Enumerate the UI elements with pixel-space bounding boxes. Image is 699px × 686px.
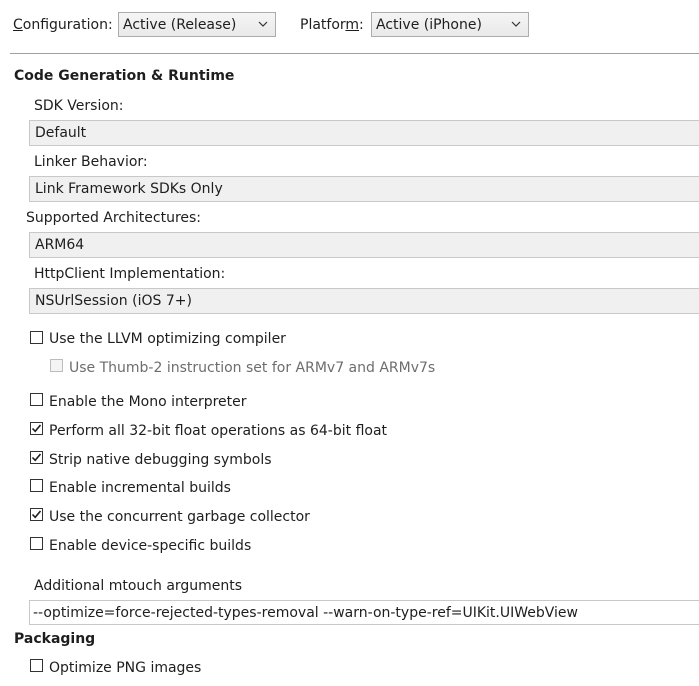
linker-behavior-dropdown[interactable]: Link Framework SDKs Only — [29, 176, 699, 202]
mtouch-arguments-label: Additional mtouch arguments — [34, 578, 243, 594]
device-specific-builds-checkbox-label: Enable device-specific builds — [49, 538, 252, 554]
mono-interpreter-checkbox-label: Enable the Mono interpreter — [49, 394, 247, 410]
llvm-checkbox-label: Use the LLVM optimizing compiler — [49, 331, 286, 347]
platform-dropdown[interactable]: Active (iPhone) — [371, 12, 529, 37]
sdk-version-label: SDK Version: — [34, 98, 124, 114]
concurrent-gc-checkbox-label: Use the concurrent garbage collector — [49, 509, 310, 525]
platform-value: Active (iPhone) — [376, 17, 482, 33]
configuration-label: Configuration: — [13, 17, 113, 33]
strip-symbols-checkbox[interactable] — [30, 451, 43, 464]
linker-behavior-label: Linker Behavior: — [34, 154, 148, 170]
httpclient-label: HttpClient Implementation: — [34, 266, 226, 282]
incremental-builds-checkbox-label: Enable incremental builds — [49, 480, 231, 496]
chevron-down-icon — [511, 21, 521, 27]
checkmark-icon — [31, 510, 42, 519]
optimize-png-checkbox-label: Optimize PNG images — [49, 660, 202, 676]
toolbar-divider — [10, 53, 699, 54]
supported-architectures-dropdown[interactable]: ARM64 — [29, 232, 699, 258]
concurrent-gc-checkbox[interactable] — [30, 508, 43, 521]
thumb2-checkbox-label: Use Thumb-2 instruction set for ARMv7 an… — [69, 360, 436, 376]
incremental-builds-checkbox[interactable] — [30, 479, 43, 492]
device-specific-builds-checkbox[interactable] — [30, 537, 43, 550]
configuration-value: Active (Release) — [123, 17, 237, 33]
mtouch-arguments-value: --optimize=force-rejected-types-removal … — [33, 605, 578, 621]
chevron-down-icon — [258, 21, 268, 27]
section-title-packaging: Packaging — [14, 631, 96, 647]
platform-label: Platform: — [300, 17, 364, 33]
mtouch-arguments-input[interactable]: --optimize=force-rejected-types-removal … — [29, 600, 699, 625]
linker-behavior-value: Link Framework SDKs Only — [35, 181, 223, 197]
checkmark-icon — [31, 453, 42, 462]
float64-checkbox[interactable] — [30, 422, 43, 435]
thumb2-checkbox[interactable] — [50, 359, 63, 372]
optimize-png-checkbox[interactable] — [30, 659, 43, 672]
section-title-code-generation: Code Generation & Runtime — [14, 68, 235, 84]
configuration-dropdown[interactable]: Active (Release) — [118, 12, 276, 37]
sdk-version-value: Default — [35, 125, 87, 141]
llvm-checkbox[interactable] — [30, 331, 43, 344]
float64-checkbox-label: Perform all 32-bit float operations as 6… — [49, 423, 388, 439]
supported-architectures-label: Supported Architectures: — [26, 210, 202, 226]
httpclient-value: NSUrlSession (iOS 7+) — [35, 293, 192, 309]
httpclient-dropdown[interactable]: NSUrlSession (iOS 7+) — [29, 288, 699, 314]
strip-symbols-checkbox-label: Strip native debugging symbols — [49, 452, 272, 468]
mono-interpreter-checkbox[interactable] — [30, 393, 43, 406]
sdk-version-dropdown[interactable]: Default — [29, 120, 699, 146]
checkmark-icon — [31, 424, 42, 433]
supported-architectures-value: ARM64 — [35, 237, 85, 253]
